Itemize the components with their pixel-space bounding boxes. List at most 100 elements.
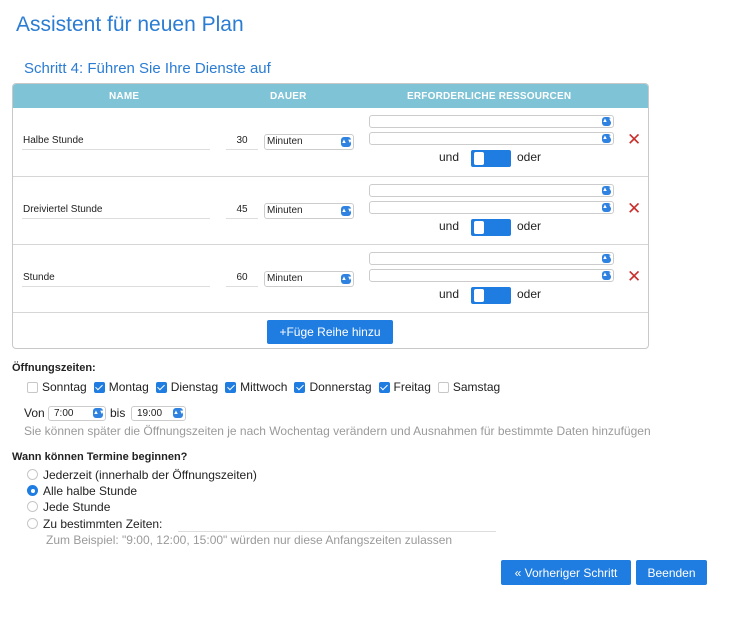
close-icon[interactable]: ✕: [627, 268, 641, 285]
day-label: Samstag: [452, 380, 501, 394]
to-label: bis: [110, 406, 126, 420]
duration-input[interactable]: [226, 132, 258, 150]
radio-button[interactable]: [27, 501, 38, 512]
radio-button[interactable]: [27, 469, 38, 480]
table-header: NAME DAUER ERFORDERLICHE RESSOURCEN: [13, 84, 648, 108]
resource-select[interactable]: ▲▼: [369, 201, 614, 214]
radio-label: Zu bestimmten Zeiten:: [43, 516, 163, 531]
resource-select[interactable]: ▲▼: [369, 252, 614, 265]
column-header-duration: DAUER: [270, 91, 307, 102]
chevron-updown-icon: ▲▼: [602, 203, 614, 212]
start-times-title: Wann können Termine beginnen?: [12, 451, 188, 463]
radio-button[interactable]: [27, 518, 38, 529]
toggle-knob: [474, 221, 484, 234]
radio-every-half-hour[interactable]: Alle halbe Stunde: [27, 483, 137, 498]
day-wednesday[interactable]: Mittwoch: [225, 380, 287, 394]
column-header-name: NAME: [109, 91, 140, 102]
day-label: Mittwoch: [240, 380, 288, 394]
to-time-value: 19:00: [137, 408, 163, 419]
chevron-updown-icon: ▲▼: [602, 271, 614, 280]
weekday-checkboxes: Sonntag Montag Dienstag Mittwoch Donners…: [27, 379, 507, 395]
page-title: Assistent für neuen Plan: [16, 13, 244, 36]
opening-hours-title: Öffnungszeiten:: [12, 362, 96, 374]
day-label: Dienstag: [170, 380, 219, 394]
finish-button[interactable]: Beenden: [636, 560, 707, 585]
resource-select[interactable]: ▲▼: [369, 132, 614, 145]
duration-unit-select[interactable]: Minuten ▲▼: [264, 203, 354, 219]
to-time-select[interactable]: 19:00 ▲▼: [131, 406, 186, 421]
from-label: Von: [24, 406, 45, 420]
checkbox[interactable]: [155, 381, 167, 393]
service-name-input[interactable]: [22, 201, 210, 219]
chevron-updown-icon: ▲▼: [341, 274, 353, 284]
radio-button[interactable]: [27, 485, 38, 496]
previous-step-button[interactable]: « Vorheriger Schritt: [501, 560, 631, 585]
chevron-updown-icon: ▲▼: [93, 408, 105, 418]
radio-specific-times[interactable]: Zu bestimmten Zeiten:: [27, 516, 162, 531]
checkbox[interactable]: [294, 381, 306, 393]
checkbox[interactable]: [378, 381, 390, 393]
from-time-select[interactable]: 7:00 ▲▼: [48, 406, 106, 421]
duration-unit-select[interactable]: Minuten ▲▼: [264, 271, 354, 287]
chevron-updown-icon: ▲▼: [341, 137, 353, 147]
duration-unit-value: Minuten: [267, 273, 303, 284]
duration-unit-value: Minuten: [267, 205, 303, 216]
and-label: und: [439, 150, 460, 164]
step-title: Schritt 4: Führen Sie Ihre Dienste auf: [24, 60, 271, 77]
day-label: Donnerstag: [309, 380, 372, 394]
day-saturday[interactable]: Samstag: [437, 380, 501, 394]
duration-unit-value: Minuten: [267, 136, 303, 147]
radio-label: Jede Stunde: [43, 499, 111, 514]
toggle-knob: [474, 152, 484, 165]
table-row: Minuten ▲▼ ▲▼ ▲▼ und oder ✕: [13, 108, 648, 176]
chevron-updown-icon: ▲▼: [173, 408, 185, 418]
chevron-updown-icon: ▲▼: [602, 186, 614, 195]
add-row-button[interactable]: +Füge Reihe hinzu: [267, 320, 393, 344]
close-icon[interactable]: ✕: [627, 200, 641, 217]
close-icon[interactable]: ✕: [627, 131, 641, 148]
duration-unit-select[interactable]: Minuten ▲▼: [264, 134, 354, 150]
table-row: Minuten ▲▼ ▲▼ ▲▼ und oder ✕: [13, 244, 648, 312]
from-time-value: 7:00: [54, 408, 74, 419]
or-label: oder: [517, 287, 542, 301]
and-or-toggle[interactable]: [471, 219, 511, 236]
radio-every-hour[interactable]: Jede Stunde: [27, 499, 110, 514]
radio-label: Jederzeit (innerhalb der Öffnungszeiten): [43, 467, 257, 482]
specific-times-hint: Zum Beispiel: "9:00, 12:00, 15:00" würde…: [46, 533, 453, 547]
checkbox[interactable]: [27, 381, 38, 393]
duration-input[interactable]: [226, 201, 258, 219]
and-or-toggle[interactable]: [471, 150, 511, 167]
chevron-updown-icon: ▲▼: [602, 117, 614, 126]
chevron-updown-icon: ▲▼: [341, 206, 353, 216]
and-or-toggle[interactable]: [471, 287, 511, 304]
checkbox[interactable]: [437, 381, 449, 393]
opening-hours-hint: Sie können später die Öffnungszeiten je …: [24, 424, 651, 438]
day-tuesday[interactable]: Dienstag: [155, 380, 219, 394]
resource-select[interactable]: ▲▼: [369, 115, 614, 128]
services-table: NAME DAUER ERFORDERLICHE RESSOURCEN Minu…: [12, 83, 649, 349]
day-label: Montag: [108, 380, 149, 394]
duration-input[interactable]: [226, 269, 258, 287]
radio-label: Alle halbe Stunde: [43, 483, 138, 498]
service-name-input[interactable]: [22, 269, 210, 287]
radio-anytime[interactable]: Jederzeit (innerhalb der Öffnungszeiten): [27, 467, 257, 482]
chevron-updown-icon: ▲▼: [602, 254, 614, 263]
and-label: und: [439, 219, 460, 233]
day-monday[interactable]: Montag: [93, 380, 149, 394]
add-row-area: +Füge Reihe hinzu: [13, 312, 648, 348]
resource-select[interactable]: ▲▼: [369, 269, 614, 282]
checkbox[interactable]: [225, 381, 237, 393]
toggle-knob: [474, 289, 484, 302]
checkbox[interactable]: [93, 381, 105, 393]
and-label: und: [439, 287, 460, 301]
or-label: oder: [517, 150, 542, 164]
resource-select[interactable]: ▲▼: [369, 184, 614, 197]
column-header-resources: ERFORDERLICHE RESSOURCEN: [407, 91, 572, 102]
day-label: Freitag: [393, 380, 431, 394]
day-sunday[interactable]: Sonntag: [27, 380, 87, 394]
day-friday[interactable]: Freitag: [378, 380, 431, 394]
service-name-input[interactable]: [22, 132, 210, 150]
specific-times-input[interactable]: [178, 517, 496, 532]
or-label: oder: [517, 219, 542, 233]
day-thursday[interactable]: Donnerstag: [294, 380, 372, 394]
